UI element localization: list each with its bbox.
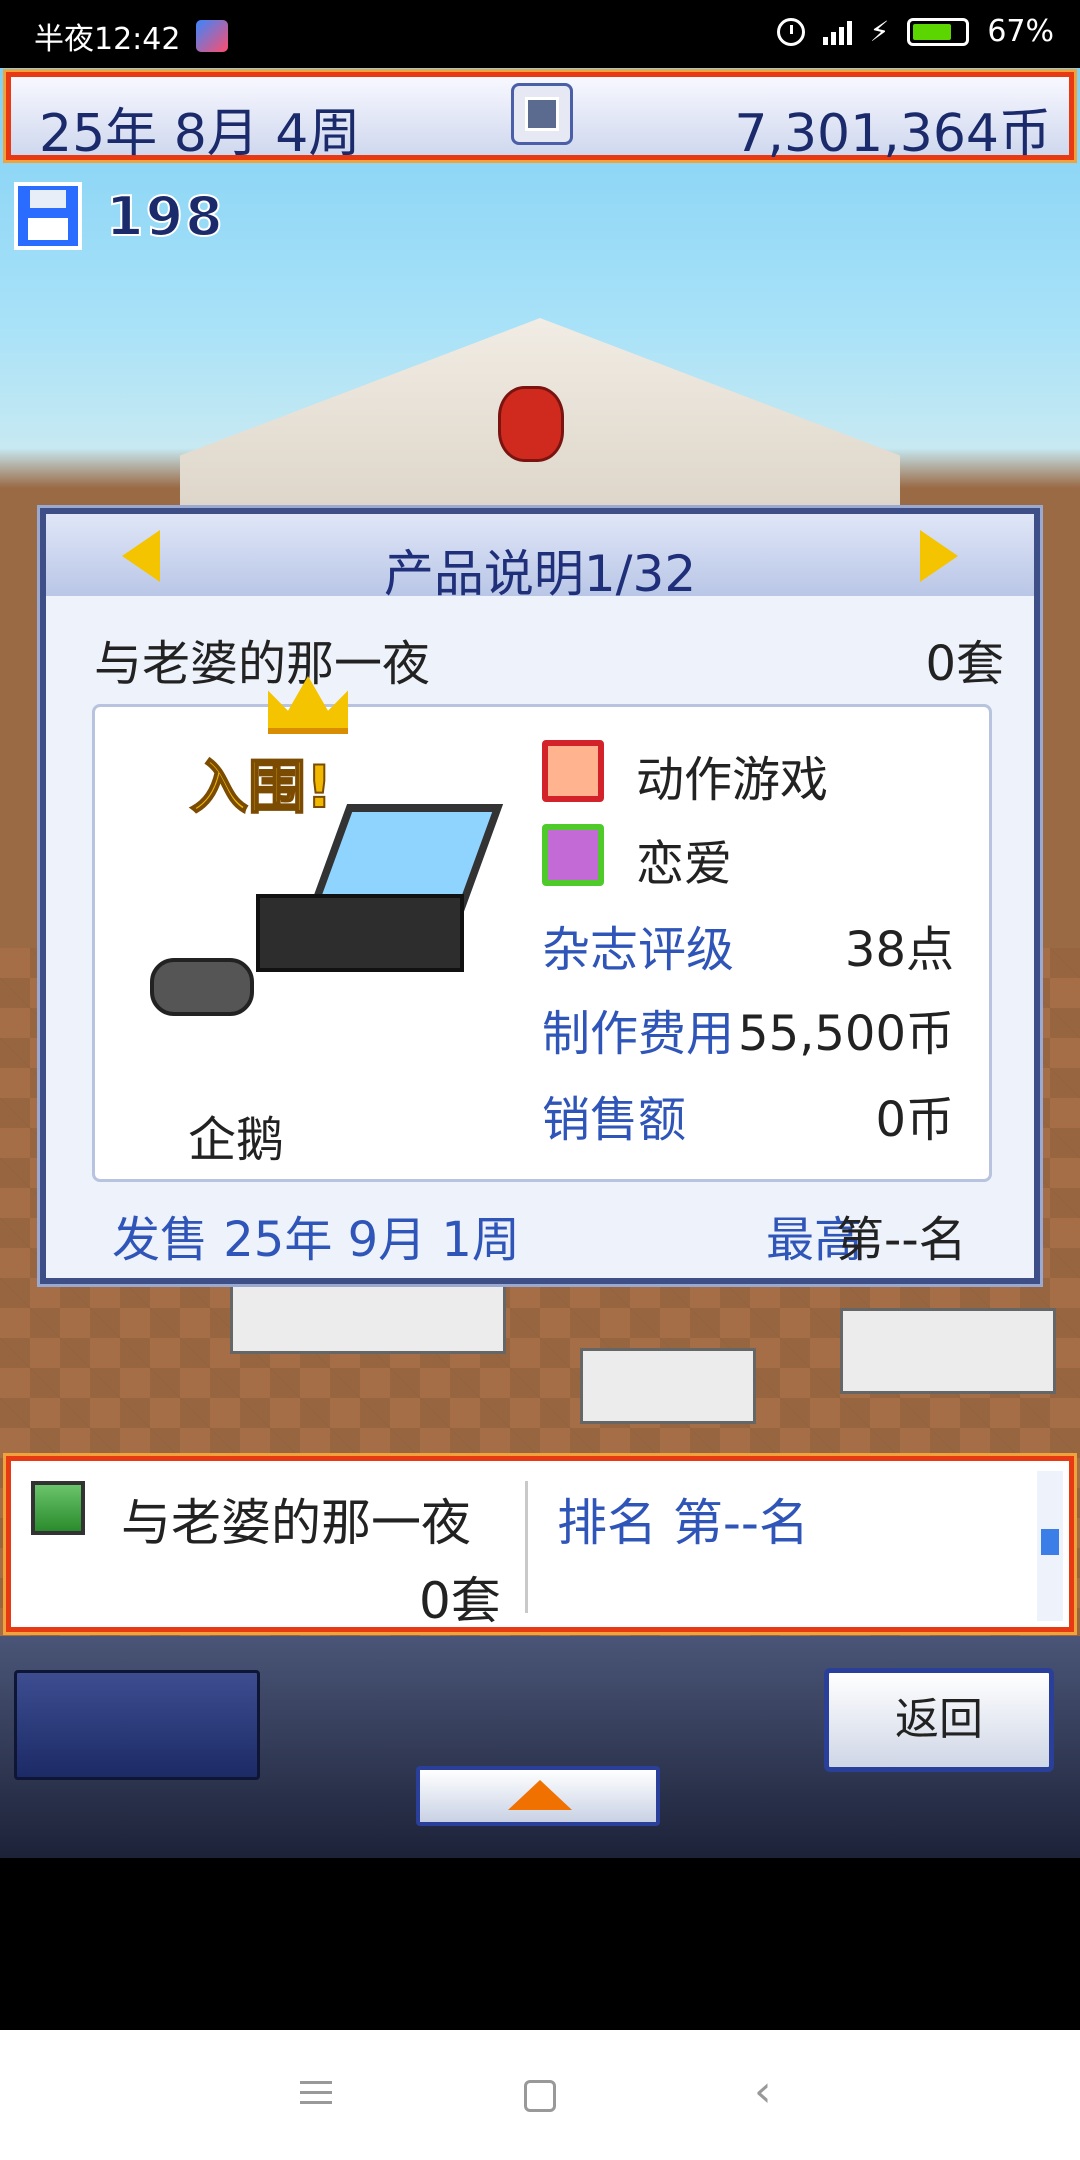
charging-icon: ⚡: [869, 15, 890, 48]
console-image: [236, 804, 504, 972]
top-info-bar: 25年 8月 4周 7,301,364币: [3, 69, 1077, 164]
gamepad-icon: [150, 958, 254, 1016]
list-scrollbar[interactable]: [1037, 1471, 1063, 1621]
production-cost-label: 制作费用: [542, 1006, 735, 1062]
console-base: [256, 894, 464, 972]
system-nav-bar: ‹: [0, 2030, 1080, 2160]
sales-value: 0币: [875, 1092, 954, 1148]
bottom-toolbar: 返回: [0, 1636, 1080, 1858]
blank-button[interactable]: [14, 1670, 260, 1780]
desk: [840, 1308, 1056, 1394]
genre-label: 动作游戏: [636, 752, 829, 808]
menu-icon[interactable]: [300, 2074, 340, 2114]
panel-title: 产品说明1/32: [383, 545, 697, 603]
product-count: 0套: [925, 636, 1004, 692]
action-genre-icon: [542, 740, 604, 802]
app-notification-icon: [196, 20, 229, 52]
menu-icon: [525, 97, 559, 131]
best-rank-value: 第--名: [836, 1212, 967, 1268]
product-panel: 产品说明1/32 与老婆的那一夜 0套 入围! 企鹅 动作游戏 恋爱 杂志评级 …: [37, 505, 1043, 1287]
list-product-name[interactable]: 与老婆的那一夜: [121, 1483, 471, 1555]
release-date: 发售 25年 9月 1周: [112, 1212, 520, 1268]
romance-genre-icon: [542, 824, 604, 886]
game-date: 25年 8月 4周: [39, 104, 361, 164]
save-count: 198: [105, 184, 225, 249]
sales-label: 销售额: [542, 1092, 687, 1148]
arrow-up-icon: [508, 1780, 572, 1810]
list-rank: 排名 第--名: [557, 1494, 809, 1552]
scroll-thumb[interactable]: [1041, 1529, 1059, 1555]
product-name: 与老婆的那一夜: [94, 636, 431, 692]
list-product-count: 0套: [419, 1572, 501, 1630]
next-product-button[interactable]: [920, 530, 958, 582]
back-button[interactable]: 返回: [824, 1668, 1054, 1772]
desk: [230, 1278, 506, 1354]
platform-name: 企鹅: [187, 1112, 284, 1168]
home-icon[interactable]: [524, 2080, 556, 2112]
status-bar: 半夜12:42 ⚡ 67%: [0, 0, 1080, 68]
status-time: 半夜12:42: [34, 22, 181, 57]
production-cost-value: 55,500币: [738, 1006, 954, 1062]
money-amount: 7,301,364币: [734, 104, 1051, 164]
divider: [525, 1481, 528, 1613]
menu-button[interactable]: [511, 83, 573, 145]
alarm-icon: [776, 17, 805, 46]
signal-icon: [822, 19, 852, 45]
floppy-disk-icon[interactable]: [14, 182, 82, 250]
magazine-rating-label: 杂志评级: [542, 922, 735, 978]
battery-percent: 67%: [987, 14, 1054, 49]
red-lantern: [498, 386, 564, 462]
magazine-rating-value: 38点: [844, 922, 954, 978]
battery-icon: [907, 17, 970, 46]
product-thumbnail-icon: [31, 1481, 85, 1535]
product-list-panel: 与老婆的那一夜 0套 排名 第--名: [3, 1453, 1077, 1635]
desk: [580, 1348, 756, 1424]
theme-label: 恋爱: [636, 836, 733, 892]
expand-up-button[interactable]: [416, 1766, 660, 1826]
save-area: 198: [14, 182, 225, 250]
back-icon[interactable]: ‹: [754, 2066, 794, 2117]
